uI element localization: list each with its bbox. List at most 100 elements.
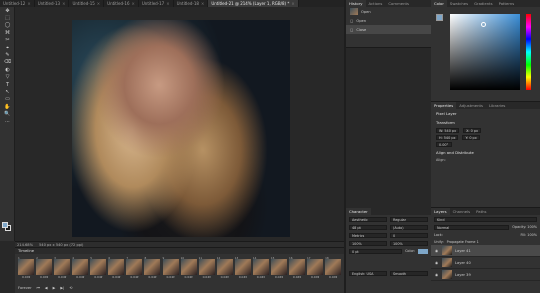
frame-delay[interactable]: 0.04▾ [293,275,301,279]
visibility-eye-icon[interactable]: ◉ [435,249,439,253]
timeline-frame[interactable]: 4 0.04▾ [72,256,89,282]
frame-delay[interactable]: 0.04▾ [166,275,174,279]
frame-delay[interactable]: 0.04▾ [257,275,265,279]
document-tab[interactable]: Untitled-12 × [0,0,35,7]
tool-button-icon[interactable]: ⌘ [0,29,15,36]
zoom-level[interactable]: 214.68% [17,243,33,247]
color-tab[interactable]: Color [431,0,447,7]
font-family-select[interactable]: Aesthetic [349,216,387,222]
timeline-frame[interactable]: 8 0.04▾ [144,256,161,282]
playback-control-icon[interactable]: ▶| [60,286,64,290]
height-field[interactable]: H: 540 px [436,135,459,140]
language-select[interactable]: English: USA [349,270,387,276]
tracking-field[interactable]: 0 [390,232,428,238]
timeline-frame[interactable]: 2 0.04▾ [36,256,53,282]
tool-button-icon[interactable]: ⌫ [0,59,15,66]
tool-button-icon[interactable]: ▽ [0,74,15,81]
layers-tab[interactable]: Layers [431,208,450,215]
frame-thumbnail[interactable] [180,259,197,275]
close-icon[interactable]: × [201,0,204,7]
foreground-color-swatch[interactable] [2,222,8,228]
playback-control-icon[interactable]: ▶ [53,286,56,290]
playback-control-icon[interactable]: ⟲ [69,286,72,290]
frame-thumbnail[interactable] [162,259,179,275]
document-tab[interactable]: Untitled-18 × [174,0,209,7]
text-color-swatch[interactable] [418,248,428,254]
frame-thumbnail[interactable] [198,259,215,275]
timeline-frame[interactable]: 10 0.04▾ [181,256,197,282]
tool-button-icon[interactable]: ✋ [0,103,15,110]
frame-thumbnail[interactable] [270,259,287,275]
frame-delay[interactable]: 0.04▾ [185,275,193,279]
tool-button-icon[interactable]: ◯ [0,22,15,29]
frame-delay[interactable]: 0.04▾ [329,275,337,279]
color-tab[interactable]: Swatches [447,0,471,7]
history-item[interactable]: ▢ Close [346,25,431,34]
timeline-frame[interactable]: 5 0.04▾ [90,256,107,282]
document-tab[interactable]: Untitled-13 × [35,0,70,7]
frame-delay[interactable]: 0.04▾ [94,275,102,279]
color-tab[interactable]: Gradients [471,0,496,7]
layer-name[interactable]: Layer 40 [455,261,471,265]
frame-thumbnail[interactable] [90,259,107,275]
frame-thumbnail[interactable] [307,259,324,275]
history-tab[interactable]: Comments [385,0,412,7]
frame-delay[interactable]: 0.04▾ [275,275,283,279]
frame-thumbnail[interactable] [325,259,342,275]
layers-tab[interactable]: Paths [473,208,489,215]
close-icon[interactable]: × [97,0,100,7]
document-tab[interactable]: Untitled-17 × [139,0,174,7]
layer-filter-select[interactable]: Kind [434,216,537,222]
frame-thumbnail[interactable] [144,259,161,275]
character-tab[interactable]: Character [346,208,371,215]
vertical-scale-field[interactable]: 100% [349,240,387,246]
font-size-field[interactable]: 48 pt [349,224,387,230]
close-icon[interactable]: × [62,0,65,7]
timeline-frame[interactable]: 16 0.04▾ [289,256,305,282]
tool-button-icon[interactable]: ⋯ [0,118,15,125]
color-panel-swatch[interactable] [436,14,443,21]
frame-thumbnail[interactable] [72,259,89,275]
document-tab[interactable]: Untitled-16 × [104,0,139,7]
timeline-frame[interactable]: 17 0.04▾ [307,256,324,282]
loop-select[interactable]: Forever [18,286,32,290]
horizontal-scale-field[interactable]: 100% [390,240,428,246]
frame-delay[interactable]: 0.04▾ [239,275,247,279]
close-icon[interactable]: × [27,0,30,7]
tool-button-icon[interactable]: ⬚ [0,14,15,21]
close-icon[interactable]: × [291,0,294,7]
history-item[interactable]: Open [346,7,431,16]
width-field[interactable]: W: 540 px [436,128,460,133]
timeline-frame[interactable]: 9 0.04▾ [163,256,179,282]
layer-name[interactable]: Layer 41 [455,249,471,253]
properties-tab[interactable]: Libraries [486,102,508,109]
timeline-frame[interactable]: 6 0.04▾ [108,256,125,282]
tool-button-icon[interactable]: ↖ [0,88,15,95]
frame-delay[interactable]: 0.04▾ [40,275,48,279]
document-tab[interactable]: Untitled-21 @ 214% (Layer 1, RGB/8) * × [208,0,299,7]
x-field[interactable]: X: 0 px [463,128,482,133]
tool-button-icon[interactable]: ✂ [0,37,15,44]
close-icon[interactable]: × [132,0,135,7]
color-picker-ring[interactable] [481,22,486,27]
color-tab[interactable]: Patterns [496,0,518,7]
tool-button-icon[interactable]: ✎ [0,51,15,58]
frame-thumbnail[interactable] [252,259,269,275]
layer-row[interactable]: ◉ Layer 41 [431,245,540,257]
document-image[interactable] [72,20,290,237]
opacity-field[interactable]: Opacity: 100% [512,225,537,229]
frame-delay[interactable]: 0.04▾ [311,275,319,279]
hue-slider[interactable] [526,14,531,90]
close-icon[interactable]: × [166,0,169,7]
frame-delay[interactable]: 0.04▾ [76,275,84,279]
timeline-frame[interactable]: 15 0.04▾ [271,256,287,282]
frame-delay[interactable]: 0.04▾ [148,275,156,279]
antialias-select[interactable]: Smooth [390,270,428,276]
y-field[interactable]: Y: 0 px [462,135,480,140]
tool-button-icon[interactable]: T [0,81,15,88]
timeline-frame[interactable]: 7 0.04▾ [126,256,143,282]
layer-name[interactable]: Layer 39 [455,273,471,277]
frame-thumbnail[interactable] [18,259,35,275]
frame-thumbnail[interactable] [234,259,251,275]
frame-thumbnail[interactable] [216,259,233,275]
